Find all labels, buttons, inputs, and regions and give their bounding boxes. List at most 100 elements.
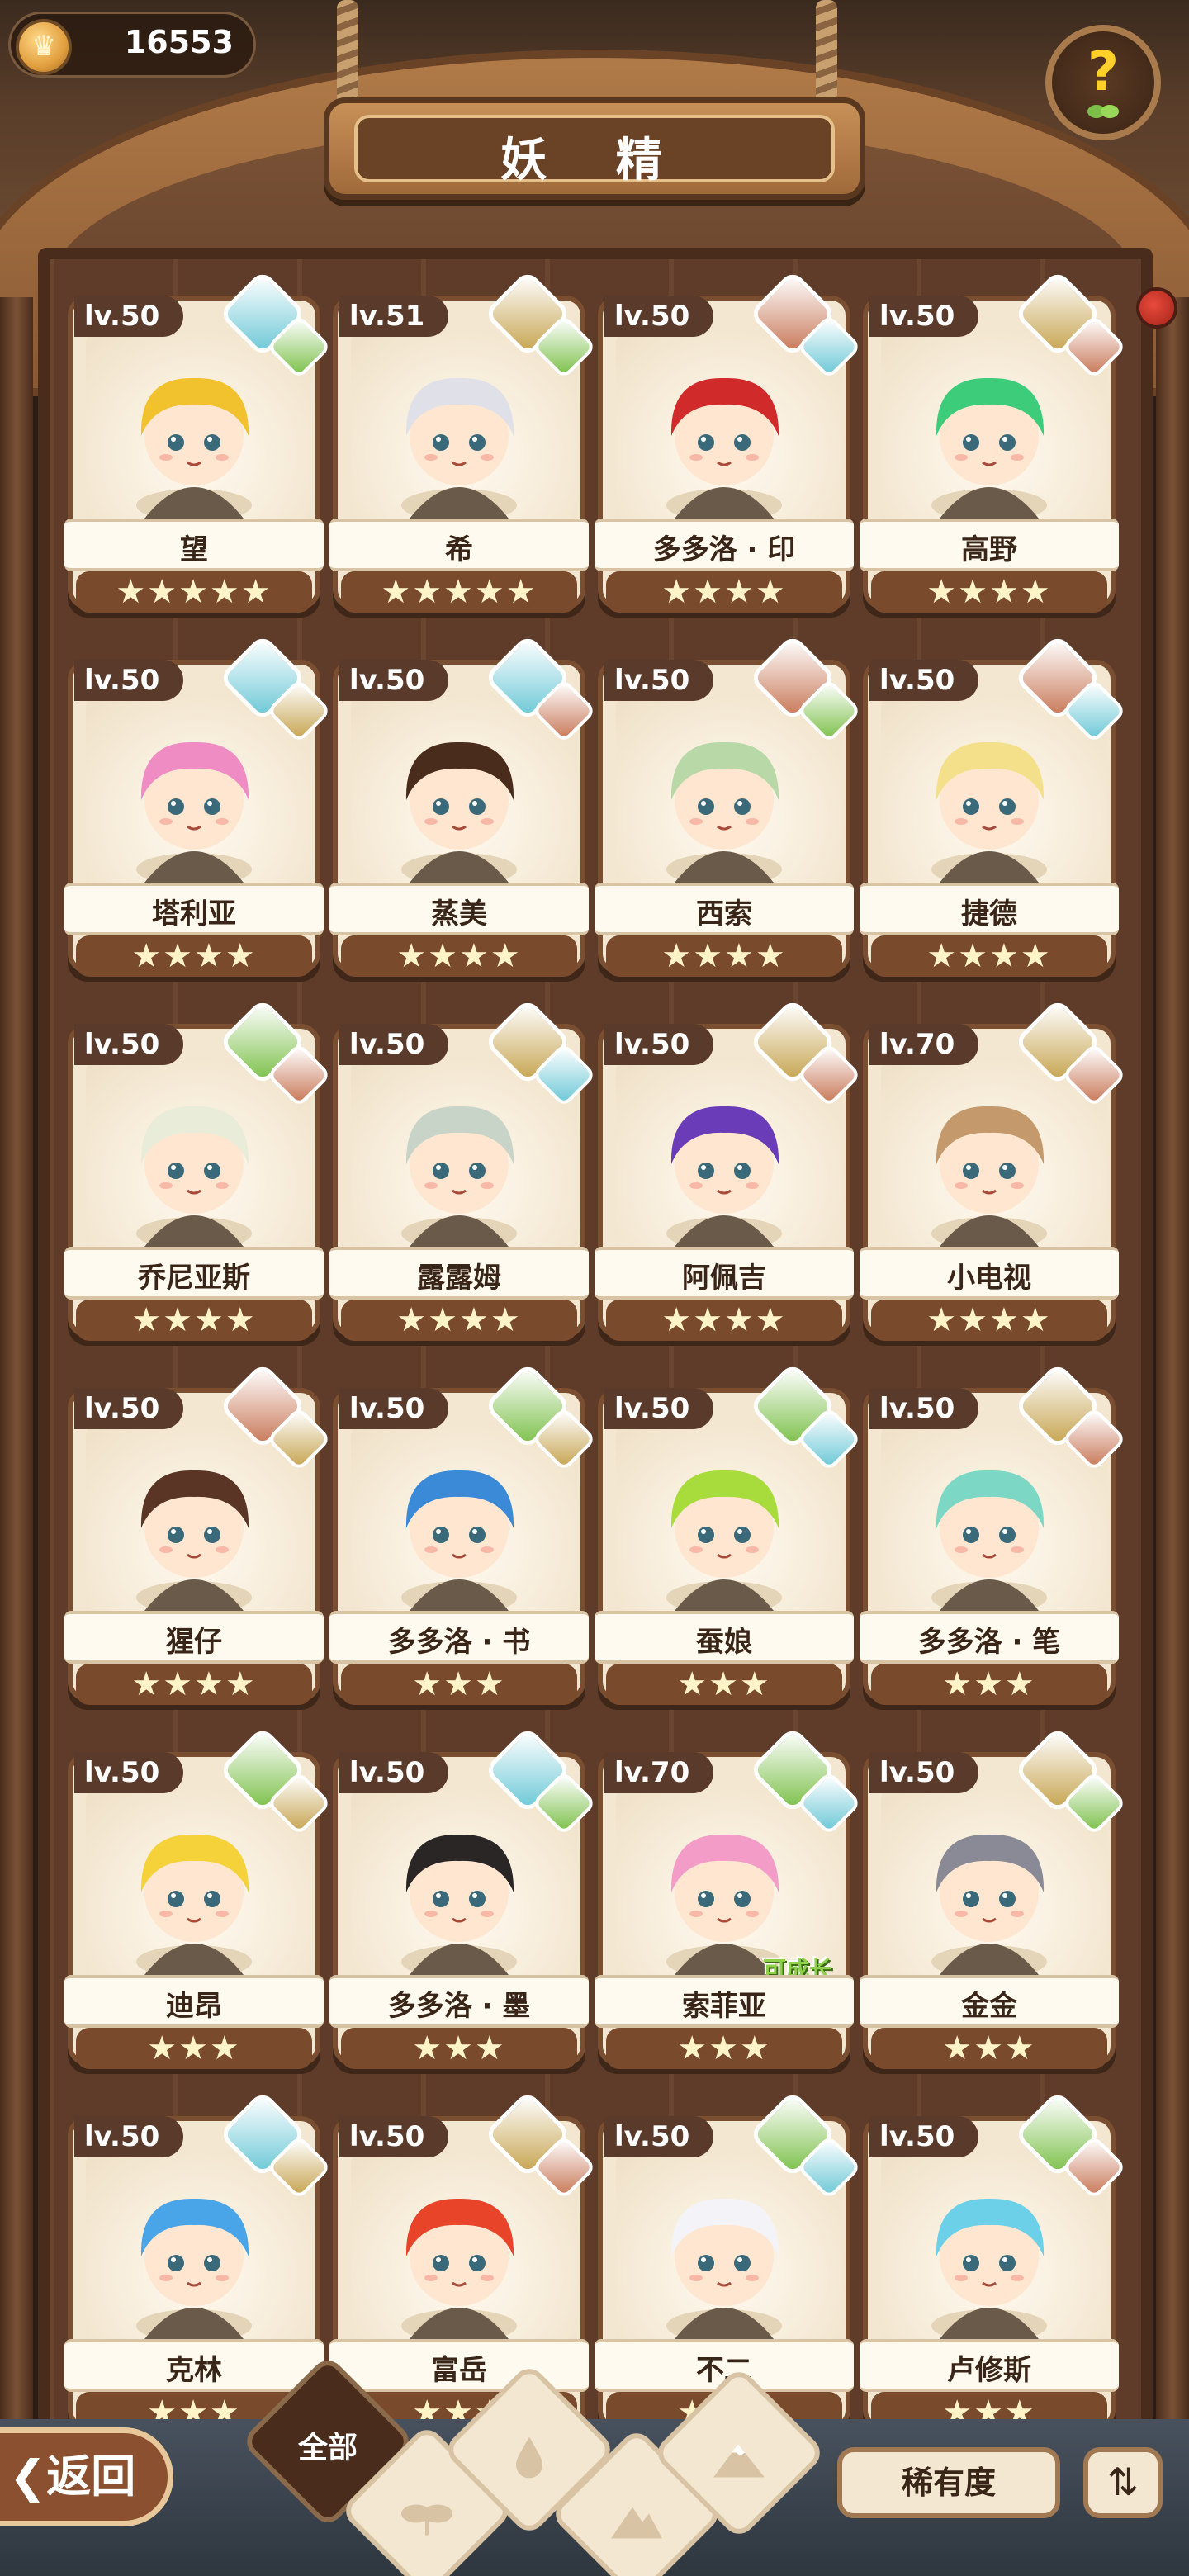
- fairy-character: [136, 2198, 252, 2342]
- star-rating: ★★★★: [871, 935, 1107, 977]
- level-badge: lv.50: [869, 2116, 978, 2157]
- fairy-name: 小电视: [947, 1262, 1031, 1295]
- back-button[interactable]: ❮返回: [0, 2427, 173, 2526]
- fairy-character: [136, 1470, 252, 1614]
- level-badge: lv.50: [869, 1752, 978, 1793]
- star-rating: ★★★★: [76, 1664, 312, 1705]
- fairy-card[interactable]: lv.50 高野 ★★★★: [860, 269, 1127, 623]
- fairy-name: 高野: [961, 533, 1017, 566]
- fairy-card[interactable]: lv.50 西索 ★★★★: [594, 633, 862, 987]
- fairy-name: 迪昂: [166, 1990, 222, 2023]
- fairy-name: 西索: [696, 897, 752, 930]
- sort-order-button[interactable]: ⇅: [1083, 2447, 1163, 2518]
- fairy-character: [666, 741, 782, 886]
- level-badge: lv.70: [604, 1752, 713, 1793]
- fairy-character: [401, 2198, 517, 2342]
- level-badge: lv.50: [604, 1024, 713, 1065]
- fairy-character: [666, 2198, 782, 2342]
- star-rating: ★★★: [871, 2028, 1107, 2069]
- level-badge: lv.50: [604, 660, 713, 701]
- sort-icon: ⇅: [1106, 2460, 1139, 2504]
- fairy-card[interactable]: lv.50 乔尼亚斯 ★★★★: [64, 997, 332, 1351]
- left-post: [0, 297, 33, 2460]
- fairy-card[interactable]: lv.50 蒸美 ★★★★: [329, 633, 597, 987]
- page-title: 妖 精: [500, 134, 689, 187]
- fairy-card[interactable]: lv.50 迪昂 ★★★: [64, 1726, 332, 2079]
- fairy-card[interactable]: lv.50 多多洛 · 笔 ★★★: [860, 1361, 1127, 1715]
- level-badge: lv.50: [74, 1388, 183, 1429]
- star-rating: ★★★★★: [76, 571, 312, 613]
- rarity-sort-button[interactable]: 稀有度: [837, 2447, 1060, 2518]
- fairy-character: [136, 1834, 252, 1978]
- star-rating: ★★★★: [606, 571, 842, 613]
- fairy-card[interactable]: lv.50 猩仔 ★★★★: [64, 1361, 332, 1715]
- level-badge: lv.51: [339, 296, 448, 337]
- level-badge: lv.50: [869, 1388, 978, 1429]
- fairy-character: [136, 1106, 252, 1250]
- fairy-name: 阿佩吉: [682, 1262, 766, 1295]
- level-badge: lv.50: [869, 660, 978, 701]
- fairy-name: 金金: [961, 1990, 1017, 2023]
- level-badge: lv.50: [74, 1024, 183, 1065]
- help-button[interactable]: ?: [1045, 25, 1161, 140]
- ladybug-icon[interactable]: [1136, 287, 1177, 329]
- fairy-character: [931, 377, 1047, 522]
- star-rating: ★★★: [871, 1664, 1107, 1705]
- star-rating: ★★★★: [871, 571, 1107, 613]
- water-icon: [516, 2436, 542, 2479]
- fairy-character: [931, 1470, 1047, 1614]
- fairy-card[interactable]: lv.50 阿佩吉 ★★★★: [594, 997, 862, 1351]
- star-rating: ★★★★: [606, 1300, 842, 1341]
- level-badge: lv.50: [339, 2116, 448, 2157]
- fairy-card[interactable]: lv.50 捷德 ★★★★: [860, 633, 1127, 987]
- level-badge: lv.50: [74, 296, 183, 337]
- star-rating: ★★★: [76, 2028, 312, 2069]
- fairy-card[interactable]: lv.50 金金 ★★★: [860, 1726, 1127, 2079]
- mountain-icon: [611, 2507, 662, 2539]
- mountain-snow-icon: [713, 2444, 765, 2478]
- fairy-card[interactable]: lv.70 小电视 ★★★★: [860, 997, 1127, 1351]
- level-badge: lv.50: [74, 2116, 183, 2157]
- fairy-card[interactable]: lv.50 露露姆 ★★★★: [329, 997, 597, 1351]
- level-badge: lv.50: [604, 1388, 713, 1429]
- star-rating: ★★★: [341, 1664, 577, 1705]
- fairy-name: 多多洛 · 笔: [917, 1626, 1061, 1659]
- fairy-name: 蚕娘: [696, 1626, 752, 1659]
- fairy-card[interactable]: lv.70 可成长 索菲亚 ★★★: [594, 1726, 862, 2079]
- plant-icon: [401, 2504, 452, 2536]
- fairy-card[interactable]: lv.50 塔利亚 ★★★★: [64, 633, 332, 987]
- fairy-card[interactable]: lv.51 希 ★★★★★: [329, 269, 597, 623]
- fairy-card[interactable]: lv.50 望 ★★★★★: [64, 269, 332, 623]
- star-rating: ★★★★: [76, 935, 312, 977]
- fairy-name: 多多洛 · 书: [387, 1626, 531, 1659]
- level-badge: lv.50: [604, 296, 713, 337]
- fairy-character: [401, 1106, 517, 1250]
- fairy-card[interactable]: lv.50 多多洛 · 书 ★★★: [329, 1361, 597, 1715]
- fairy-name: 富岳: [431, 2354, 487, 2387]
- star-rating: ★★★: [341, 2028, 577, 2069]
- star-rating: ★★★: [606, 2028, 842, 2069]
- star-rating: ★★★★: [341, 935, 577, 977]
- level-badge: lv.50: [604, 2116, 713, 2157]
- fairy-character: [666, 1470, 782, 1614]
- level-badge: lv.50: [74, 660, 183, 701]
- fairy-name: 塔利亚: [152, 897, 236, 930]
- fairy-character: [401, 377, 517, 522]
- fairy-name: 卢修斯: [947, 2354, 1031, 2387]
- fairy-character: [136, 377, 252, 522]
- fairy-name: 露露姆: [417, 1262, 501, 1295]
- fairy-card[interactable]: lv.50 卢修斯 ★★★: [860, 2090, 1127, 2443]
- fairy-name: 索菲亚: [682, 1990, 766, 2023]
- fairy-card[interactable]: lv.50 蚕娘 ★★★: [594, 1361, 862, 1715]
- coin-value: 16553: [124, 24, 234, 60]
- star-rating: ★★★★: [76, 1300, 312, 1341]
- back-label: 返回: [46, 2451, 136, 2503]
- fairy-character: [666, 377, 782, 522]
- fairy-card[interactable]: lv.50 多多洛 · 印 ★★★★: [594, 269, 862, 623]
- level-badge: lv.50: [339, 1388, 448, 1429]
- star-rating: ★★★★: [341, 1300, 577, 1341]
- star-rating: ★★★★: [606, 935, 842, 977]
- fairy-card[interactable]: lv.50 多多洛 · 墨 ★★★: [329, 1726, 597, 2079]
- fairy-character: [931, 2198, 1047, 2342]
- fairy-character: [401, 1470, 517, 1614]
